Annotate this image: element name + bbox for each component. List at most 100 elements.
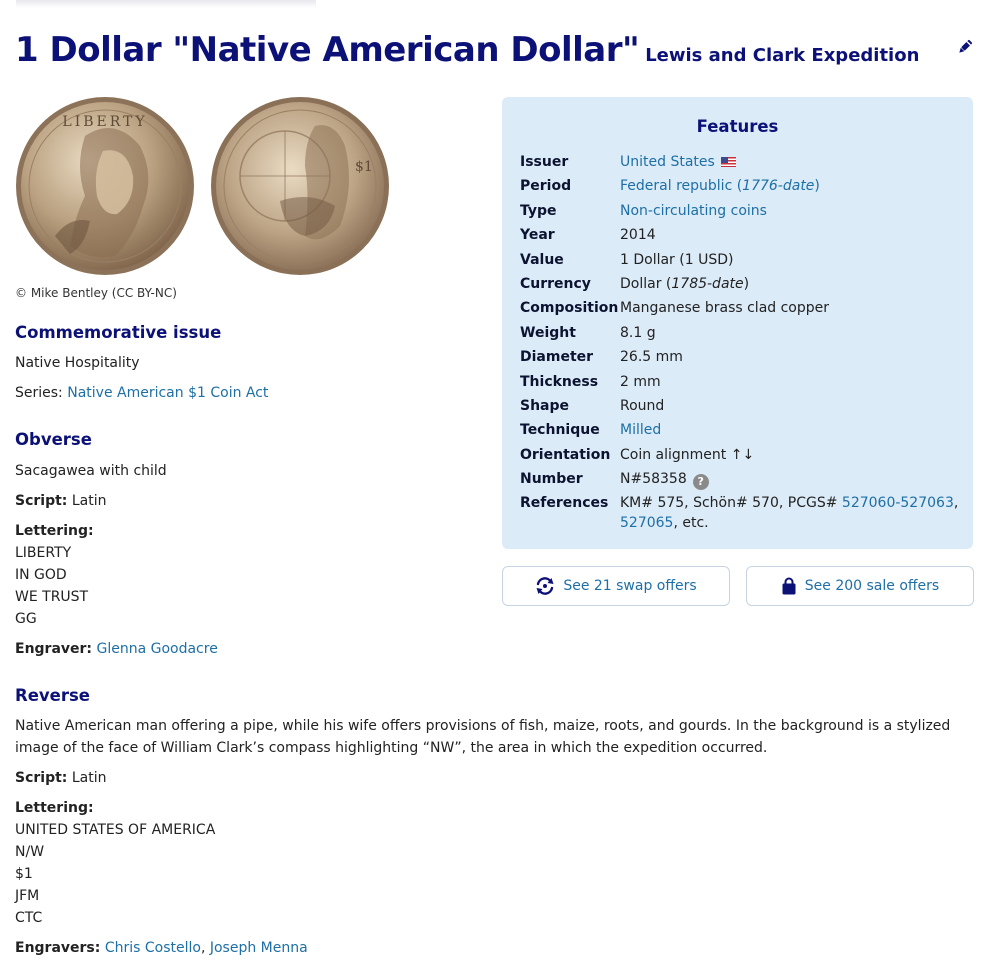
- reverse-heading: Reverse: [15, 686, 90, 705]
- reverse-coin-image[interactable]: $1: [210, 96, 390, 276]
- feature-label: Thickness: [520, 373, 599, 390]
- coin-subtitle: Lewis and Clark Expedition: [645, 45, 920, 66]
- feature-label: References: [520, 495, 609, 512]
- feature-label: Diameter: [520, 349, 594, 366]
- svg-text:LIBERTY: LIBERTY: [62, 114, 147, 130]
- swap-offers-button[interactable]: See 21 swap offers: [502, 566, 730, 606]
- coin-title: 1 Dollar "Native American Dollar": [15, 30, 640, 70]
- feature-value: 1 Dollar (1 USD): [620, 251, 734, 268]
- feature-label: Type: [520, 202, 557, 219]
- reverse-lettering-line: N/W: [15, 844, 45, 860]
- feature-row-thickness: Thickness 2 mm: [520, 372, 960, 396]
- feature-label: Currency: [520, 275, 591, 292]
- obverse-lettering-line: LIBERTY: [15, 545, 72, 561]
- feature-value: Round: [620, 397, 665, 414]
- sale-offers-button[interactable]: See 200 sale offers: [746, 566, 974, 606]
- obverse-lettering-label: Lettering:: [15, 523, 94, 539]
- feature-row-year: Year 2014: [520, 225, 960, 249]
- feature-row-references: References KM# 575, Schön# 570, PCGS# 52…: [520, 493, 960, 537]
- feature-label: Number: [520, 471, 583, 488]
- reverse-script: Script: Latin: [15, 767, 107, 789]
- page-title: 1 Dollar "Native American Dollar" Lewis a…: [15, 30, 919, 70]
- feature-value: 2 mm: [620, 373, 661, 390]
- image-credit: © Mike Bentley (CC BY-NC): [15, 286, 177, 300]
- reverse-lettering-label: Lettering:: [15, 800, 94, 816]
- feature-label: Value: [520, 251, 564, 268]
- obverse-engraver: Engraver: Glenna Goodacre: [15, 638, 218, 660]
- shopping-bag-icon: [782, 577, 796, 595]
- reverse-lettering-line: JFM: [15, 888, 40, 904]
- reverse-description: Native American man offering a pipe, whi…: [15, 718, 951, 756]
- period-link[interactable]: Federal republic (1776-date): [620, 178, 820, 194]
- series-label: Series:: [15, 385, 63, 401]
- reverse-lettering: UNITED STATES OF AMERICA N/W $1 JFM CTC: [15, 819, 215, 929]
- feature-value: 26.5 mm: [620, 349, 683, 366]
- feature-label: Weight: [520, 324, 576, 341]
- obverse-description: Sacagawea with child: [15, 463, 167, 479]
- reverse-script-label: Script:: [15, 770, 68, 786]
- feature-label: Technique: [520, 422, 600, 439]
- feature-row-period: Period Federal republic (1776-date): [520, 176, 960, 200]
- feature-row-composition: Composition Manganese brass clad copper: [520, 298, 960, 322]
- obverse-lettering-line: IN GOD: [15, 567, 67, 583]
- reverse-lettering-line: $1: [15, 866, 33, 882]
- obverse-heading: Obverse: [15, 430, 92, 449]
- reference-link-2[interactable]: 527065: [620, 515, 673, 531]
- feature-value: N#58358: [620, 471, 687, 488]
- reverse-engraver-link-2[interactable]: Joseph Menna: [210, 940, 308, 956]
- us-flag-icon: [721, 157, 737, 167]
- obverse-engraver-label: Engraver:: [15, 641, 93, 657]
- feature-value: 8.1 g: [620, 324, 656, 341]
- obverse-lettering-line: WE TRUST: [15, 589, 89, 605]
- series-link[interactable]: Native American $1 Coin Act: [67, 385, 268, 401]
- svg-text:$1: $1: [355, 159, 373, 175]
- swap-offers-label: See 21 swap offers: [563, 578, 697, 594]
- obverse-coin-image[interactable]: LIBERTY: [15, 96, 195, 276]
- feature-value: KM# 575, Schön# 570, PCGS# 527060-527063…: [620, 495, 959, 532]
- feature-row-orientation: Orientation Coin alignment ↑↓: [520, 445, 960, 469]
- commemorative-name: Native Hospitality: [15, 355, 140, 371]
- feature-row-technique: Technique Milled: [520, 420, 960, 444]
- feature-row-issuer: Issuer United States: [520, 152, 960, 176]
- obverse-script-label: Script:: [15, 493, 68, 509]
- engraver-separator: ,: [200, 940, 210, 956]
- series-line: Series: Native American $1 Coin Act: [15, 382, 268, 404]
- obverse-script: Script: Latin: [15, 490, 107, 512]
- issuer-link[interactable]: United States: [620, 154, 715, 170]
- feature-label: Year: [520, 227, 555, 244]
- reverse-engravers: Engravers: Chris Costello, Joseph Menna: [15, 937, 308, 959]
- reverse-engraver-link-1[interactable]: Chris Costello: [105, 940, 201, 956]
- sale-offers-label: See 200 sale offers: [804, 578, 940, 594]
- feature-row-weight: Weight 8.1 g: [520, 323, 960, 347]
- reverse-engravers-label: Engravers:: [15, 940, 101, 956]
- reverse-lettering-line: CTC: [15, 910, 43, 926]
- feature-value: Coin alignment ↑↓: [620, 446, 755, 463]
- feature-label: Composition: [520, 300, 619, 317]
- feature-label: Orientation: [520, 446, 611, 463]
- technique-link[interactable]: Milled: [620, 422, 661, 438]
- feature-label: Issuer: [520, 154, 569, 170]
- reverse-script-value: Latin: [71, 770, 107, 786]
- feature-row-type: Type Non-circulating coins: [520, 201, 960, 225]
- obverse-script-value: Latin: [71, 493, 107, 509]
- feature-value: Manganese brass clad copper: [620, 300, 830, 317]
- obverse-engraver-link[interactable]: Glenna Goodacre: [96, 641, 217, 657]
- type-link[interactable]: Non-circulating coins: [620, 203, 767, 219]
- feature-label: Shape: [520, 397, 570, 414]
- features-heading: Features: [696, 117, 779, 136]
- feature-label: Period: [520, 178, 572, 195]
- features-panel: Features Issuer United States Period Fed…: [502, 97, 973, 549]
- commemorative-heading: Commemorative issue: [15, 323, 222, 342]
- reference-link-1[interactable]: 527060-527063: [842, 495, 954, 511]
- reverse-lettering-line: UNITED STATES OF AMERICA: [15, 822, 216, 838]
- feature-value: 2014: [620, 227, 656, 244]
- feature-row-value: Value 1 Dollar (1 USD): [520, 250, 960, 274]
- obverse-lettering-line: GG: [15, 611, 37, 627]
- help-icon[interactable]: ?: [692, 474, 709, 491]
- feature-row-shape: Shape Round: [520, 396, 960, 420]
- pencil-icon[interactable]: [956, 38, 974, 56]
- obverse-lettering: LIBERTY IN GOD WE TRUST GG: [15, 542, 88, 630]
- features-table: Issuer United States Period Federal repu…: [520, 152, 960, 537]
- swap-icon: [536, 577, 554, 595]
- feature-row-diameter: Diameter 26.5 mm: [520, 347, 960, 371]
